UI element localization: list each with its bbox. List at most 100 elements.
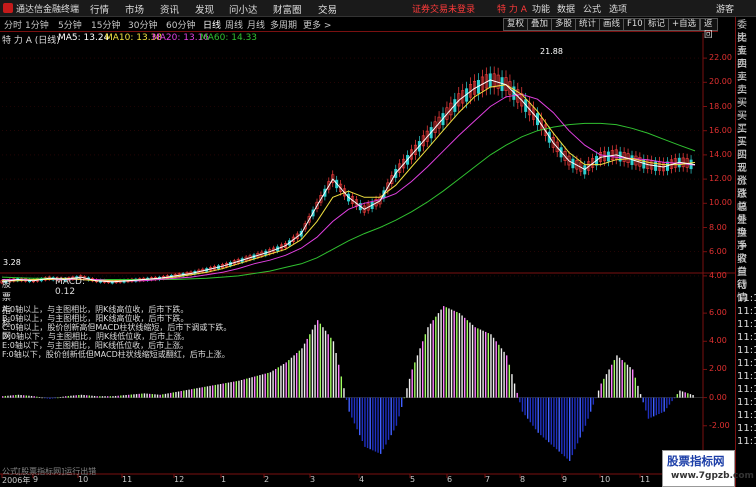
macd-bar — [185, 390, 188, 398]
macd-bar — [301, 348, 303, 398]
sidebar-item[interactable]: 11:1 — [737, 396, 756, 409]
macd-bar — [146, 393, 148, 398]
macd-bar — [537, 397, 539, 433]
macd-bar — [647, 397, 650, 419]
macd-bar — [248, 377, 251, 398]
date-tick-label: 1 — [221, 475, 227, 484]
sidebar-item[interactable]: 11:1 — [737, 331, 756, 344]
macd-bar — [592, 397, 595, 405]
macd-bar — [54, 397, 56, 399]
macd-bar — [356, 397, 358, 430]
macd-bar — [608, 369, 610, 398]
macd-bar — [38, 397, 41, 398]
macd-bar — [83, 395, 85, 398]
macd-bar — [117, 395, 119, 398]
sidebar-item[interactable]: 11:1 — [737, 409, 756, 422]
macd-bar — [479, 329, 482, 398]
macd-bar — [422, 341, 424, 398]
macd-bar — [600, 383, 602, 398]
macd-bar — [487, 333, 490, 398]
macd-bar — [387, 397, 390, 440]
date-tick-label: 6 — [447, 475, 453, 484]
macd-bar — [167, 393, 169, 398]
macd-bar — [464, 317, 466, 398]
macd-bar — [154, 394, 156, 398]
macd-bar — [282, 364, 285, 398]
kline-chart[interactable] — [0, 0, 735, 487]
macd-bar — [485, 331, 487, 398]
macd-bar — [616, 355, 618, 398]
macd-bar — [9, 395, 12, 398]
macd-bar — [377, 397, 379, 453]
macd-bar — [41, 397, 43, 399]
macd-bar — [317, 320, 319, 398]
sidebar-item[interactable]: 11:1 — [737, 370, 756, 383]
macd-bar — [227, 382, 230, 398]
macd-bar — [508, 364, 511, 398]
macd-bar — [524, 397, 526, 416]
macd-bar — [214, 384, 217, 398]
macd-bar — [398, 397, 400, 417]
macd-bar — [235, 381, 238, 398]
macd-bar — [440, 309, 442, 398]
sidebar-item[interactable]: 11:1 — [737, 292, 756, 305]
macd-bar — [233, 381, 235, 398]
macd-bar — [466, 320, 469, 398]
macd-bar — [532, 397, 534, 426]
date-tick-label: 2 — [264, 475, 270, 484]
macd-bar — [78, 395, 80, 398]
macd-bar — [555, 397, 558, 450]
macd-bar — [170, 392, 172, 398]
macd-bar — [637, 385, 639, 398]
macd-bar — [209, 385, 211, 398]
date-tick-label: 11 — [122, 475, 133, 484]
price-tick-label: 12.00 — [709, 174, 732, 184]
macd-bar — [25, 395, 28, 398]
macd-bar — [343, 388, 345, 398]
sidebar-item[interactable]: 11:1 — [737, 435, 756, 448]
macd-tick-label: -2.00 — [709, 420, 730, 430]
macd-bar — [411, 369, 413, 398]
macd-bar — [684, 392, 686, 398]
macd-bar — [534, 397, 537, 430]
macd-bar — [272, 370, 274, 398]
macd-bar — [364, 397, 366, 447]
macd-bar — [96, 396, 98, 398]
sidebar-item[interactable]: 11:1 — [737, 422, 756, 435]
macd-bar — [382, 397, 385, 450]
macd-bar — [692, 395, 694, 398]
macd-bar — [605, 374, 608, 398]
macd-bar — [561, 397, 563, 454]
sidebar-item[interactable]: 11:1 — [737, 357, 756, 370]
macd-bar — [645, 397, 647, 411]
macd-bar — [314, 324, 316, 398]
macd-bar — [500, 348, 503, 398]
sidebar-item[interactable]: 11:1 — [737, 305, 756, 318]
macd-bar — [33, 396, 35, 398]
macd-bar — [188, 389, 190, 398]
macd-bar — [269, 372, 272, 398]
macd-bar — [450, 309, 453, 398]
macd-bar — [385, 397, 387, 445]
price-tick-label: 22.00 — [709, 53, 732, 63]
macd-bar — [128, 394, 130, 398]
macd-bar — [44, 397, 46, 399]
sidebar-item[interactable]: 11:1 — [737, 318, 756, 331]
macd-bar — [492, 337, 495, 398]
macd-tick-label: 0.00 — [709, 392, 727, 402]
macd-bar — [629, 367, 631, 398]
sidebar-item[interactable]: 11:1 — [737, 344, 756, 357]
price-tick-label: 18.00 — [709, 101, 732, 111]
macd-bar — [676, 394, 679, 398]
macd-bar — [254, 376, 256, 398]
macd-bar — [503, 351, 505, 398]
macd-bar — [348, 397, 350, 412]
macd-bar — [256, 375, 259, 398]
macd-bar — [288, 360, 290, 398]
macd-bar — [679, 390, 681, 398]
sidebar-item[interactable]: 11:1 — [737, 383, 756, 396]
macd-bar — [390, 397, 392, 436]
macd-bar — [340, 376, 343, 398]
macd-bar — [175, 391, 177, 398]
macd-bar — [437, 313, 440, 398]
